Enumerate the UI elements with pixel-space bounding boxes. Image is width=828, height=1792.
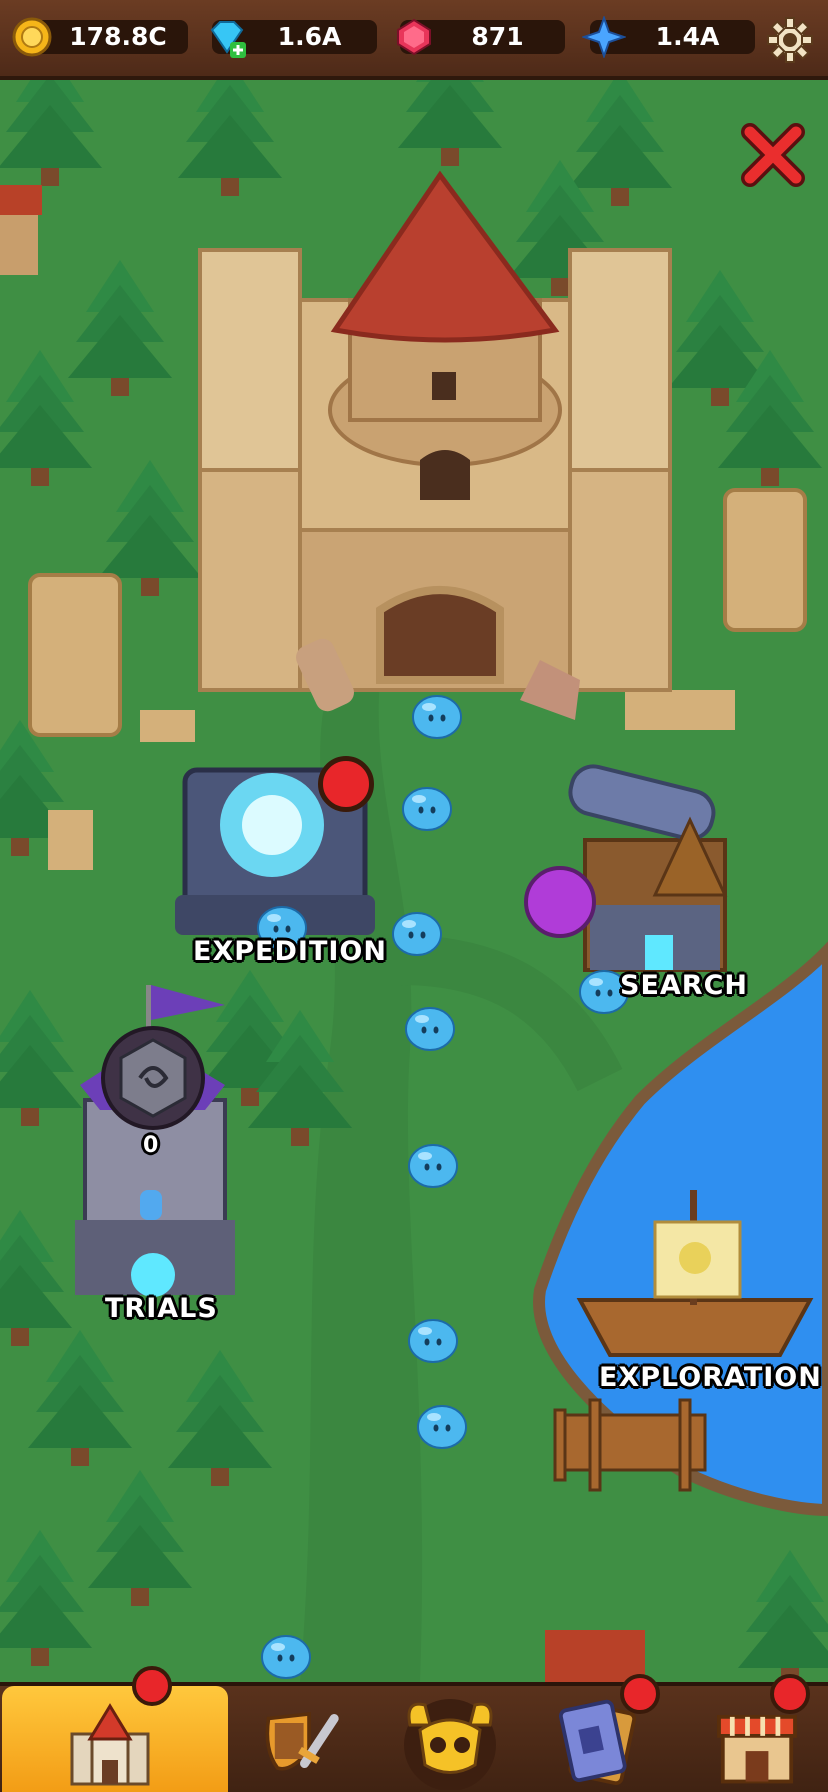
- exploration-label: EXPLORATION: [599, 1362, 822, 1393]
- gear-icon[interactable]: [766, 16, 814, 64]
- cards-tab-badge: [620, 1674, 660, 1714]
- coins-counter[interactable]: 178.8C: [12, 17, 188, 57]
- star-icon: [582, 16, 626, 58]
- trials-tower[interactable]: 0 TRIALS: [70, 980, 240, 1325]
- nav-tab-castle[interactable]: [2, 1666, 228, 1792]
- nav-tab-cards[interactable]: [540, 1674, 670, 1792]
- coin-icon: [12, 17, 52, 57]
- expedition-building[interactable]: EXPEDITION: [170, 755, 390, 967]
- close-icon[interactable]: [740, 122, 806, 188]
- trials-label: TRIALS: [105, 1293, 218, 1324]
- exploration-ship[interactable]: EXPLORATION: [580, 1180, 822, 1393]
- diamonds-counter[interactable]: 1.6A: [210, 20, 377, 58]
- castle-tab-badge: [132, 1666, 172, 1706]
- trials-count: 0: [143, 1133, 160, 1158]
- coins-value: 178.8C: [69, 22, 167, 51]
- research-building[interactable]: SEARCH: [530, 770, 780, 1010]
- skull-helmet-icon: [404, 1699, 496, 1790]
- castle-icon: [70, 1703, 150, 1786]
- research-label: SEARCH: [620, 970, 748, 1001]
- game-screen: EXPEDITION SEARCH 0 TRIALS EXPLORATION 1…: [0, 0, 828, 1792]
- nav-tab-equipment[interactable]: [240, 1686, 360, 1792]
- stars-value: 1.4A: [655, 22, 720, 51]
- gems-counter[interactable]: 871: [397, 18, 565, 56]
- shield-sword-icon: [265, 1711, 339, 1771]
- stars-counter[interactable]: 1.4A: [582, 16, 755, 58]
- ruby-icon: [397, 18, 431, 56]
- shop-tab-badge: [770, 1674, 810, 1714]
- diamond-icon: [210, 21, 246, 58]
- expedition-label: EXPEDITION: [193, 936, 387, 967]
- nav-tab-shop[interactable]: [695, 1674, 825, 1792]
- diamonds-value: 1.6A: [277, 22, 342, 51]
- resource-bar: 178.8C 1.6A 871 1.4A: [0, 0, 828, 80]
- bottom-nav: [0, 1666, 828, 1792]
- gems-value: 871: [471, 22, 524, 51]
- nav-tab-boss[interactable]: [385, 1686, 515, 1792]
